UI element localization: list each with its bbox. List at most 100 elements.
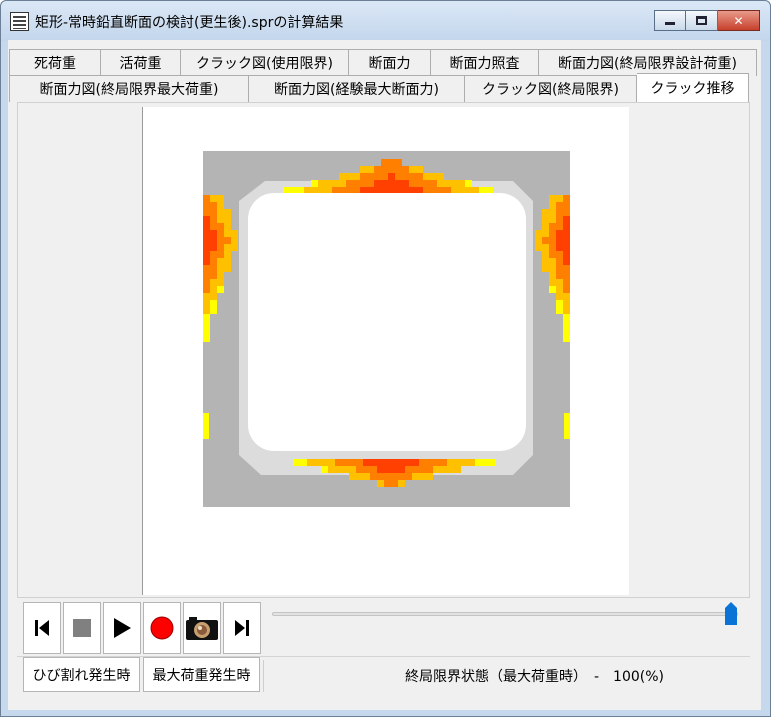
tab-dead-load[interactable]: 死荷重 bbox=[9, 49, 101, 76]
crack-cell bbox=[409, 173, 416, 180]
crack-cell bbox=[224, 230, 231, 237]
crack-cell bbox=[402, 173, 409, 180]
crack-cell bbox=[447, 459, 454, 466]
close-button[interactable]: ✕ bbox=[718, 10, 760, 31]
crack-cell bbox=[535, 237, 542, 244]
crack-cell bbox=[224, 237, 231, 244]
crack-cell bbox=[217, 237, 224, 244]
tab-row-2: 断面力図(終局限界最大荷重) 断面力図(経験最大断面力) クラック図(終局限界)… bbox=[9, 73, 749, 102]
crack-cell bbox=[203, 209, 210, 216]
tab-row-1: 死荷重 活荷重 クラック図(使用限界) 断面力 断面力照査 断面力図(終局限界設… bbox=[9, 49, 757, 76]
camera-button[interactable] bbox=[183, 602, 221, 654]
status-text: 終局限界状態（最大荷重時） - 100(%) bbox=[405, 669, 664, 685]
maximize-icon bbox=[696, 16, 707, 25]
skip-to-start-button[interactable] bbox=[23, 602, 61, 654]
tab-force-diagram-experience[interactable]: 断面力図(経験最大断面力) bbox=[249, 75, 465, 102]
crack-cell bbox=[391, 466, 398, 473]
crack-cell bbox=[563, 314, 570, 321]
progress-slider-thumb[interactable] bbox=[725, 602, 737, 625]
crack-cell bbox=[556, 307, 563, 314]
crack-cell bbox=[367, 173, 374, 180]
crack-cell bbox=[388, 159, 395, 166]
crack-cell bbox=[335, 459, 342, 466]
crack-cell bbox=[363, 473, 370, 480]
crack-cell bbox=[563, 237, 570, 244]
max-load-button[interactable]: 最大荷重発生時 bbox=[143, 657, 260, 692]
crack-cell bbox=[384, 466, 391, 473]
crack-cell bbox=[374, 173, 381, 180]
crack-cell bbox=[311, 180, 318, 187]
crack-cell bbox=[360, 180, 367, 187]
crack-cell bbox=[217, 223, 224, 230]
crack-cell bbox=[335, 466, 342, 473]
crack-cell bbox=[381, 166, 388, 173]
crack-cell bbox=[398, 480, 405, 487]
tab-live-load[interactable]: 活荷重 bbox=[101, 49, 181, 76]
tab-section-force[interactable]: 断面力 bbox=[349, 49, 431, 76]
tab-label: クラック図(終局限界) bbox=[482, 82, 619, 98]
tab-crack-service[interactable]: クラック図(使用限界) bbox=[181, 49, 349, 76]
stop-button[interactable] bbox=[63, 602, 101, 654]
tab-force-diagram-max[interactable]: 断面力図(終局限界最大荷重) bbox=[9, 75, 249, 102]
skip-to-end-button[interactable] bbox=[223, 602, 261, 654]
crack-cell bbox=[210, 300, 217, 307]
crack-cell bbox=[549, 223, 556, 230]
crack-cell bbox=[370, 459, 377, 466]
crack-cell bbox=[419, 466, 426, 473]
crack-cell bbox=[391, 459, 398, 466]
window-title: 矩形-常時鉛直断面の検討(更生後).sprの計算結果 bbox=[35, 15, 344, 31]
crack-cell bbox=[542, 251, 549, 258]
maximize-button[interactable] bbox=[686, 10, 718, 31]
crack-cell bbox=[563, 265, 570, 272]
crack-cell bbox=[405, 473, 412, 480]
crack-cell bbox=[479, 187, 486, 194]
crack-cell bbox=[349, 459, 356, 466]
play-icon bbox=[114, 618, 131, 638]
play-button[interactable] bbox=[103, 602, 141, 654]
tab-crack-ultimate[interactable]: クラック図(終局限界) bbox=[465, 75, 637, 102]
tab-section-force-check[interactable]: 断面力照査 bbox=[431, 49, 539, 76]
crack-cell bbox=[203, 223, 210, 230]
crack-cell bbox=[437, 180, 444, 187]
crack-cell bbox=[367, 166, 374, 173]
crack-cell bbox=[210, 230, 217, 237]
crack-cell bbox=[556, 195, 563, 202]
crack-cell bbox=[451, 180, 458, 187]
crack-cell bbox=[217, 251, 224, 258]
crack-cell bbox=[210, 286, 217, 293]
crack-cell bbox=[203, 195, 210, 202]
crack-cell bbox=[363, 466, 370, 473]
max-load-label: 最大荷重発生時 bbox=[152, 667, 251, 684]
minimize-button[interactable] bbox=[654, 10, 686, 31]
tab-force-diagram-design[interactable]: 断面力図(終局限界設計荷重) bbox=[539, 49, 757, 76]
crack-cell bbox=[210, 251, 217, 258]
tab-label: クラック推移 bbox=[650, 81, 735, 97]
crack-cell bbox=[416, 187, 423, 194]
crack-cell bbox=[556, 216, 563, 223]
crack-cell bbox=[210, 209, 217, 216]
record-button[interactable] bbox=[143, 602, 181, 654]
crack-cell bbox=[556, 230, 563, 237]
crack-cell bbox=[556, 202, 563, 209]
crack-cell bbox=[318, 187, 325, 194]
crack-cell bbox=[381, 173, 388, 180]
crack-cell bbox=[475, 459, 482, 466]
crack-cell bbox=[311, 187, 318, 194]
crack-cell bbox=[321, 466, 328, 473]
tab-crack-progression[interactable]: クラック推移 bbox=[637, 73, 749, 102]
crack-cell bbox=[318, 180, 325, 187]
crack-cell bbox=[535, 244, 542, 251]
crack-onset-button[interactable]: ひび割れ発生時 bbox=[23, 657, 140, 692]
crack-cell bbox=[549, 230, 556, 237]
skip-to-start-icon bbox=[35, 620, 49, 636]
crack-cell bbox=[549, 209, 556, 216]
crack-cell bbox=[210, 279, 217, 286]
crack-cell bbox=[388, 173, 395, 180]
crack-cell bbox=[217, 244, 224, 251]
crack-cell bbox=[203, 272, 210, 279]
progress-slider-track[interactable] bbox=[272, 612, 738, 616]
crack-cell bbox=[549, 265, 556, 272]
crack-cell bbox=[426, 473, 433, 480]
camera-icon bbox=[186, 617, 218, 640]
title-bar[interactable]: 矩形-常時鉛直断面の検討(更生後).sprの計算結果 ✕ bbox=[1, 1, 770, 41]
